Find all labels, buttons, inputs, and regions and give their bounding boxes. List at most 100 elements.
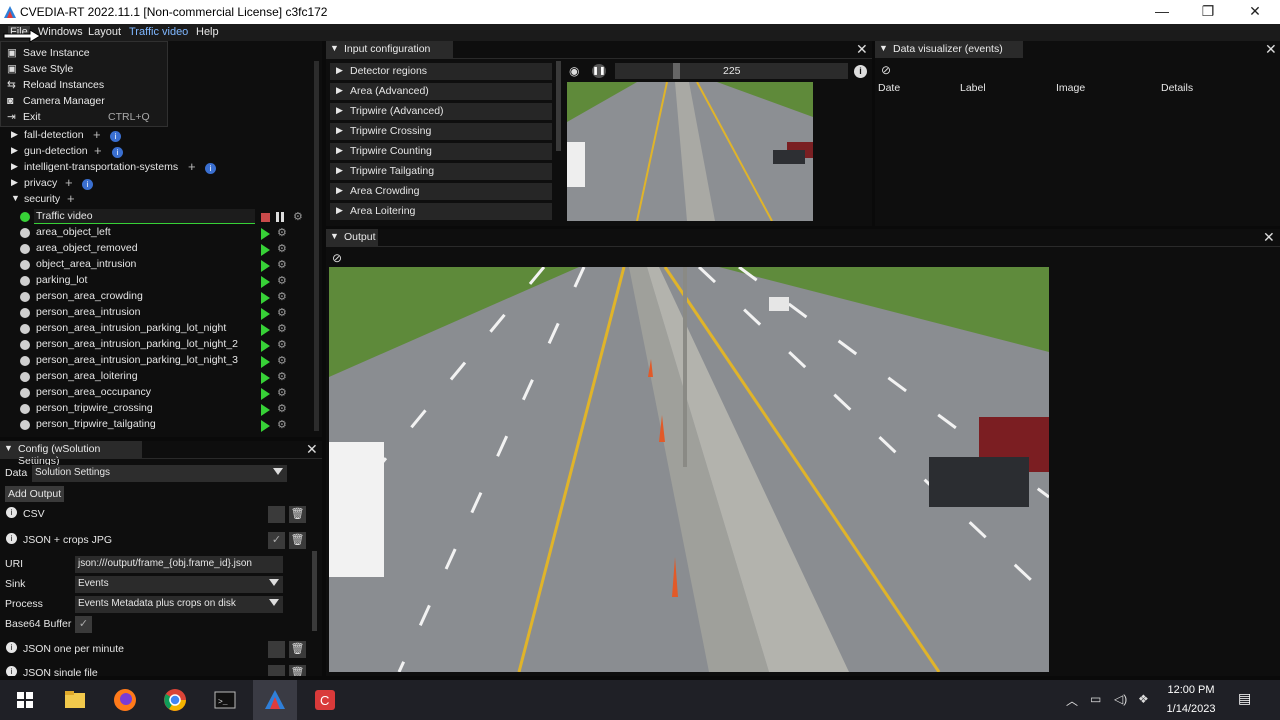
play-icon[interactable]: [261, 404, 270, 416]
menu-windows[interactable]: Windows: [38, 26, 83, 38]
chevron-up-icon[interactable]: ︿: [1066, 692, 1078, 709]
instance-row[interactable]: person_area_intrusion_parking_lot_night_…: [0, 354, 300, 370]
info-icon[interactable]: i: [6, 642, 17, 653]
chevron-down-icon[interactable]: [269, 579, 279, 586]
close-panel-icon[interactable]: ✕: [1263, 229, 1275, 246]
dropbox-icon[interactable]: ❖: [1138, 692, 1149, 706]
input-config-tab[interactable]: ▼ Input configuration: [326, 41, 453, 58]
volume-icon[interactable]: ◁): [1114, 692, 1127, 706]
gear-icon[interactable]: ⚙: [277, 306, 287, 319]
expand-arrow-icon[interactable]: ▶: [336, 145, 343, 156]
list-scrollbar[interactable]: [556, 61, 561, 151]
add-icon[interactable]: +: [188, 159, 196, 174]
input-preview-video[interactable]: [567, 82, 813, 221]
play-icon[interactable]: [261, 308, 270, 320]
toggle-checkbox[interactable]: [268, 665, 285, 676]
firefox-icon[interactable]: [109, 684, 141, 716]
menu-traffic-video[interactable]: Traffic video: [129, 26, 188, 38]
input-config-item[interactable]: ▶ Tripwire (Advanced): [330, 103, 552, 120]
tree-scrollbar[interactable]: [314, 61, 319, 431]
config-scrollbar[interactable]: [312, 551, 317, 631]
checked-checkbox[interactable]: ✓: [268, 532, 285, 549]
chrome-icon[interactable]: [159, 684, 191, 716]
instance-row[interactable]: person_area_intrusion_parking_lot_night_…: [0, 338, 300, 354]
trash-icon[interactable]: 🗑: [289, 532, 306, 549]
slider-handle[interactable]: [673, 63, 680, 79]
output-name-json-crops[interactable]: JSON + crops JPG: [23, 534, 112, 546]
column-header-image[interactable]: Image: [1056, 82, 1085, 94]
expand-arrow-icon[interactable]: ▶: [336, 85, 343, 96]
cvedia-app-icon[interactable]: [259, 684, 291, 716]
data-visualizer-tab[interactable]: ▼ Data visualizer (events): [875, 41, 1023, 58]
gear-icon[interactable]: ⚙: [277, 402, 287, 415]
file-explorer-icon[interactable]: [59, 684, 91, 716]
play-icon[interactable]: [261, 324, 270, 336]
info-icon[interactable]: i: [6, 507, 17, 518]
instance-row-traffic-video[interactable]: Traffic video ⚙: [0, 209, 310, 226]
trash-icon[interactable]: 🗑: [289, 665, 306, 676]
gear-icon[interactable]: ⚙: [277, 338, 287, 351]
toggle-checkbox[interactable]: [268, 506, 285, 523]
instance-name-input[interactable]: Traffic video: [34, 209, 255, 224]
pause-icon[interactable]: [276, 212, 279, 222]
data-select[interactable]: Solution Settings: [32, 465, 287, 482]
gear-icon[interactable]: ⚙: [293, 210, 303, 223]
output-tab[interactable]: ▼ Output: [326, 229, 378, 246]
output-name-csv[interactable]: CSV: [23, 508, 45, 520]
column-header-details[interactable]: Details: [1161, 82, 1193, 94]
expand-arrow-icon[interactable]: ▶: [11, 161, 18, 172]
close-button[interactable]: ✕: [1240, 3, 1270, 20]
add-icon[interactable]: +: [94, 143, 102, 158]
instance-row[interactable]: person_area_loitering ⚙: [0, 370, 300, 386]
expand-arrow-icon[interactable]: ▶: [11, 177, 18, 188]
collapse-arrow-icon[interactable]: ▼: [330, 231, 339, 241]
tree-group-security[interactable]: ▼ security +: [0, 191, 300, 209]
instance-row[interactable]: person_area_intrusion_parking_lot_night ⚙: [0, 322, 300, 338]
sink-select[interactable]: Events: [75, 576, 283, 593]
tree-group-privacy[interactable]: ▶ privacy + i: [0, 175, 300, 193]
play-icon[interactable]: [261, 260, 270, 272]
info-icon[interactable]: i: [82, 179, 93, 190]
add-icon[interactable]: +: [93, 127, 101, 142]
eye-icon[interactable]: ◉: [569, 64, 579, 78]
input-config-item[interactable]: ▶ Area Crowding: [330, 183, 552, 200]
toggle-checkbox[interactable]: [268, 641, 285, 658]
instance-row[interactable]: person_tripwire_crossing ⚙: [0, 402, 300, 418]
gear-icon[interactable]: ⚙: [277, 258, 287, 271]
collapse-arrow-icon[interactable]: ▼: [879, 43, 888, 53]
menu-layout[interactable]: Layout: [88, 26, 121, 38]
input-config-item[interactable]: ▶ Tripwire Counting: [330, 143, 552, 160]
file-menu-camera-manager[interactable]: ◙ Camera Manager: [7, 95, 105, 107]
network-icon[interactable]: ▭: [1090, 692, 1101, 706]
expand-arrow-icon[interactable]: ▶: [336, 105, 343, 116]
gear-icon[interactable]: ⚙: [277, 322, 287, 335]
output-name-json-single[interactable]: JSON single file: [23, 667, 98, 676]
input-config-item[interactable]: ▶ Area (Advanced): [330, 83, 552, 100]
hide-eye-icon[interactable]: ⊘: [332, 251, 342, 265]
output-name-json-minute[interactable]: JSON one per minute: [23, 643, 124, 655]
add-icon[interactable]: +: [67, 191, 75, 206]
collapse-arrow-icon[interactable]: ▼: [11, 193, 20, 203]
maximize-button[interactable]: ❐: [1193, 3, 1223, 20]
play-icon[interactable]: [261, 388, 270, 400]
play-icon[interactable]: [261, 292, 270, 304]
instance-row[interactable]: object_area_intrusion ⚙: [0, 258, 300, 274]
expand-arrow-icon[interactable]: ▶: [336, 65, 343, 76]
tree-group-intelligent-transportation-systems[interactable]: ▶ intelligent-transportation-systems + i: [0, 159, 300, 177]
instance-row[interactable]: area_object_removed ⚙: [0, 242, 300, 258]
expand-arrow-icon[interactable]: ▶: [336, 165, 343, 176]
tree-group-fall-detection[interactable]: ▶ fall-detection + i: [0, 127, 300, 145]
minimize-button[interactable]: —: [1147, 3, 1177, 19]
trash-icon[interactable]: 🗑: [289, 641, 306, 658]
base64-checkbox[interactable]: ✓: [75, 616, 92, 633]
instance-row[interactable]: person_area_occupancy ⚙: [0, 386, 300, 402]
expand-arrow-icon[interactable]: ▶: [336, 205, 343, 216]
file-menu-reload-instances[interactable]: ⇆ Reload Instances: [7, 79, 104, 91]
stop-icon[interactable]: [261, 213, 270, 222]
expand-arrow-icon[interactable]: ▶: [11, 129, 18, 140]
play-icon[interactable]: [261, 244, 270, 256]
info-icon[interactable]: i: [110, 131, 121, 142]
input-config-item[interactable]: ▶ Tripwire Tailgating: [330, 163, 552, 180]
instance-row[interactable]: person_area_crowding ⚙: [0, 290, 300, 306]
clock-time[interactable]: 12:00 PM: [1166, 684, 1216, 696]
